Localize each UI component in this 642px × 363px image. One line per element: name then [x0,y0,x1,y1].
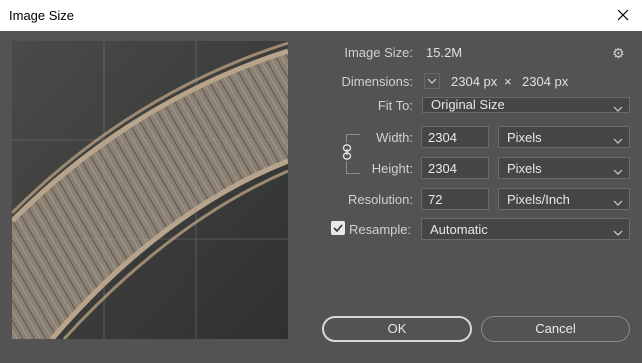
width-label: Width: [376,130,413,145]
chevron-down-icon [613,194,623,209]
chevron-down-icon [613,224,623,239]
resolution-input[interactable]: 72 [421,188,489,210]
cancel-button[interactable]: Cancel [481,316,630,342]
check-icon [333,224,343,232]
ok-button[interactable]: OK [322,316,472,342]
height-unit-selected: Pixels [507,161,542,176]
width-unit-select[interactable]: Pixels [498,126,630,148]
fit-to-selected: Original Size [431,97,505,112]
fit-to-select[interactable]: Original Size [422,97,630,113]
dimensions-width-value: 2304 px [451,74,498,89]
chevron-down-icon [613,132,623,147]
dimensions-height-value: 2304 px [522,74,569,89]
resample-selected: Automatic [430,222,488,237]
height-input[interactable]: 2304 [421,157,489,179]
resolution-label: Resolution: [347,192,413,207]
height-unit-select[interactable]: Pixels [498,157,630,179]
resolution-unit-selected: Pixels/Inch [507,192,570,207]
width-input[interactable]: 2304 [421,126,489,148]
gear-icon[interactable]: ⚙ [612,45,628,61]
resample-select[interactable]: Automatic [421,218,630,240]
chevron-down-icon [613,163,623,178]
dimensions-chevron-icon[interactable] [424,73,440,89]
fit-to-label: Fit To: [377,98,413,113]
resample-label: Resample: [349,222,412,237]
window-title: Image Size [9,8,75,23]
close-icon[interactable] [612,4,634,26]
resolution-unit-select[interactable]: Pixels/Inch [498,188,630,210]
dimensions-times: × [504,74,512,89]
width-unit-selected: Pixels [507,130,542,145]
image-preview[interactable] [12,41,288,339]
chevron-down-icon [613,101,623,115]
image-size-value: 15.2M [426,45,463,60]
link-chain-icon[interactable] [340,143,354,161]
title-bar: Image Size [0,0,642,31]
resample-checkbox[interactable] [331,221,345,235]
dimensions-label: Dimensions: [341,74,413,89]
image-size-label: Image Size: [344,45,413,60]
height-label: Height: [371,161,413,176]
